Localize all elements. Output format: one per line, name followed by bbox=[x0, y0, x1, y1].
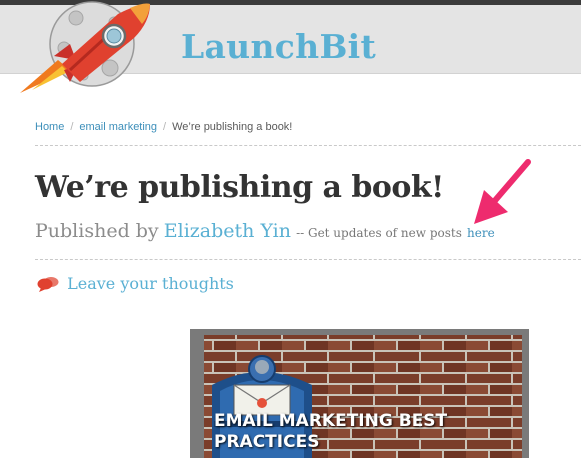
pointer-arrow-icon bbox=[470, 158, 532, 228]
author-link[interactable]: Elizabeth Yin bbox=[164, 220, 291, 242]
updates-text: -- Get updates of new posts bbox=[296, 226, 462, 240]
breadcrumb-separator: / bbox=[70, 121, 74, 133]
byline-divider bbox=[35, 259, 581, 260]
breadcrumb-current: We’re publishing a book! bbox=[172, 121, 293, 133]
breadcrumb: Home / email marketing / We’re publishing a … bbox=[35, 121, 292, 133]
book-cover-image: EMAIL MARKETING BEST PRACTICES bbox=[190, 329, 529, 458]
breadcrumb-home[interactable]: Home bbox=[35, 121, 64, 133]
post-title: We’re publishing a book! bbox=[35, 170, 444, 205]
book-caption-line2: PRACTICES bbox=[214, 432, 320, 452]
rocket-logo-icon[interactable] bbox=[18, 0, 168, 98]
book-caption-line1: EMAIL MARKETING BEST bbox=[214, 411, 448, 431]
speech-bubbles-icon bbox=[37, 276, 59, 292]
breadcrumb-email-marketing[interactable]: email marketing bbox=[79, 121, 157, 133]
site-title[interactable]: LaunchBit bbox=[181, 27, 376, 66]
post-byline: Published by Elizabeth Yin -- Get update… bbox=[35, 220, 495, 242]
breadcrumb-separator: / bbox=[163, 121, 167, 133]
updates-here-link[interactable]: here bbox=[467, 226, 495, 240]
book-cover-caption: EMAIL MARKETING BEST PRACTICES bbox=[214, 411, 514, 453]
leave-thoughts-link[interactable]: Leave your thoughts bbox=[67, 274, 234, 293]
published-by-label: Published by bbox=[35, 220, 159, 242]
breadcrumb-divider bbox=[35, 145, 581, 146]
leave-thoughts[interactable]: Leave your thoughts bbox=[37, 273, 234, 293]
